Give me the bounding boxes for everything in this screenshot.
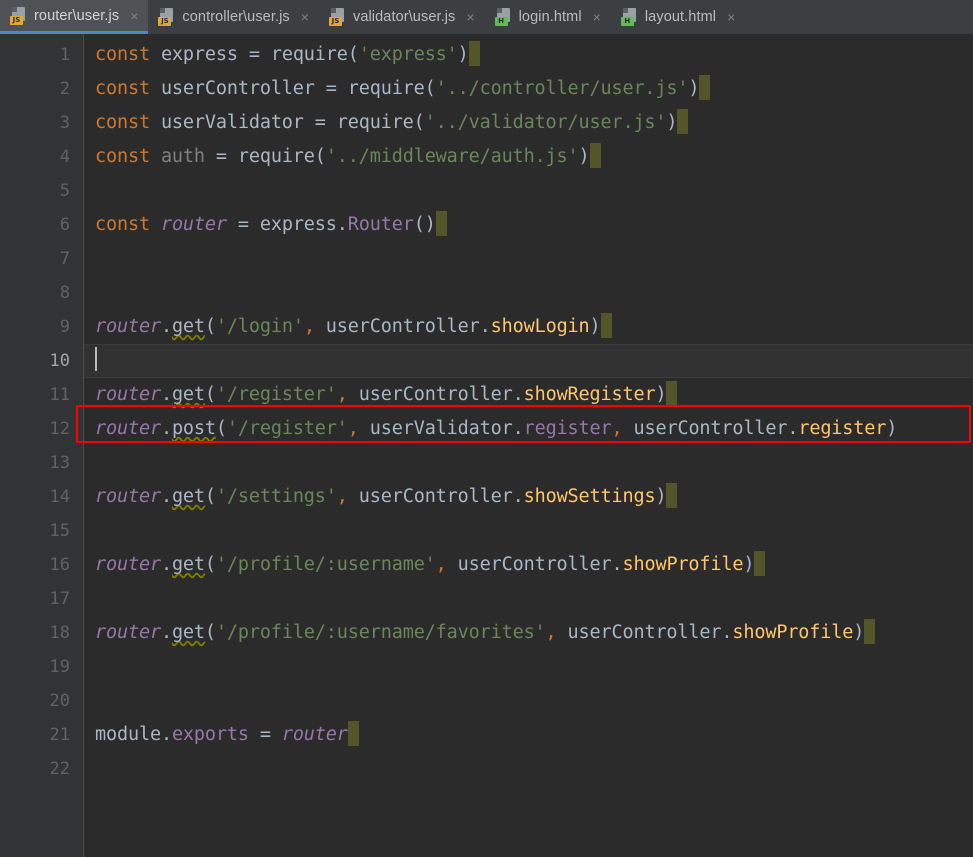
code-line-empty[interactable] (84, 514, 973, 548)
code-line[interactable]: router.get('/register', userController.s… (84, 378, 973, 412)
code-editor[interactable]: 1 2 3 4 5 6 7 8 9 10 11 12 13 14 15 16 1… (0, 34, 973, 857)
html-badge: H (620, 17, 634, 26)
tab-login-html[interactable]: H login.html × (485, 0, 611, 34)
line-number: 19 (49, 657, 70, 677)
line-number: 11 (49, 385, 70, 405)
html-badge: H (494, 17, 508, 26)
editor-tab-bar: JS router\user.js × JS controller\user.j… (0, 0, 973, 34)
code-line-current[interactable] (84, 344, 973, 378)
code-line-highlighted[interactable]: router.post('/register', userValidator.r… (84, 412, 973, 446)
code-line-empty[interactable] (84, 650, 973, 684)
line-number-gutter[interactable]: 1 2 3 4 5 6 7 8 9 10 11 12 13 14 15 16 1… (0, 34, 84, 857)
text-caret (95, 347, 97, 371)
code-line-empty[interactable] (84, 446, 973, 480)
missing-semicolon-marker (754, 551, 766, 576)
line-number: 9 (59, 317, 70, 337)
code-line-empty[interactable] (84, 276, 973, 310)
tab-label: login.html (518, 9, 582, 25)
line-number: 5 (59, 181, 70, 201)
code-line[interactable]: router.get('/profile/:username', userCon… (84, 548, 973, 582)
close-icon[interactable]: × (128, 9, 140, 23)
code-line-empty[interactable] (84, 242, 973, 276)
line-number: 16 (49, 555, 70, 575)
code-line[interactable]: router.get('/settings', userController.s… (84, 480, 973, 514)
line-number: 1 (59, 45, 70, 65)
js-file-icon: JS (158, 8, 175, 26)
js-file-icon: JS (328, 8, 346, 26)
line-number-current: 10 (49, 351, 70, 371)
code-line[interactable]: const router = express.Router() (84, 208, 973, 242)
missing-semicolon-marker (699, 75, 711, 100)
code-line[interactable]: const userValidator = require('../valida… (84, 106, 973, 140)
tab-validator-user-js[interactable]: JS validator\user.js × (319, 0, 485, 34)
code-line-empty[interactable] (84, 582, 973, 616)
tab-layout-html[interactable]: H layout.html × (611, 0, 745, 34)
line-number: 8 (59, 283, 70, 303)
code-line[interactable]: router.get('/login', userController.show… (84, 310, 973, 344)
close-icon[interactable]: × (725, 10, 737, 24)
code-line-empty[interactable] (84, 752, 973, 786)
js-badge: JS (158, 17, 172, 26)
code-line-empty[interactable] (84, 174, 973, 208)
js-badge: JS (328, 17, 342, 26)
tab-router-user-js[interactable]: JS router\user.js × (0, 0, 149, 34)
line-number: 18 (49, 623, 70, 643)
tab-label: router\user.js (34, 7, 120, 24)
line-number: 17 (49, 589, 70, 609)
line-number: 12 (49, 419, 70, 439)
missing-semicolon-marker (468, 41, 480, 66)
line-number: 20 (49, 691, 70, 711)
missing-semicolon-marker (666, 483, 678, 508)
code-line[interactable]: module.exports = router (84, 718, 973, 752)
missing-semicolon-marker (666, 381, 678, 406)
line-number: 7 (59, 249, 70, 269)
code-line[interactable]: const auth = require('../middleware/auth… (84, 140, 973, 174)
js-file-icon: JS (10, 6, 27, 25)
missing-semicolon-marker (435, 211, 447, 236)
tab-label: layout.html (644, 9, 717, 25)
code-line[interactable]: const userController = require('../contr… (84, 72, 973, 106)
code-content[interactable]: const express = require('express') const… (84, 34, 973, 857)
close-icon[interactable]: × (464, 10, 476, 24)
code-line-empty[interactable] (84, 684, 973, 718)
line-number: 22 (49, 759, 70, 779)
js-badge: JS (10, 15, 23, 25)
line-number: 15 (49, 521, 70, 541)
html-file-icon: H (620, 8, 638, 26)
tab-label: controller\user.js (182, 9, 290, 25)
line-number: 13 (49, 453, 70, 473)
missing-semicolon-marker (600, 313, 612, 338)
tab-label: validator\user.js (352, 9, 456, 25)
code-line[interactable]: const express = require('express') (84, 38, 973, 72)
missing-semicolon-marker (347, 721, 359, 746)
line-number: 3 (59, 113, 70, 133)
close-icon[interactable]: × (591, 10, 603, 24)
missing-semicolon-marker (864, 619, 876, 644)
code-line[interactable]: router.get('/profile/:username/favorites… (84, 616, 973, 650)
line-number: 2 (59, 79, 70, 99)
missing-semicolon-marker (677, 109, 689, 134)
missing-semicolon-marker (589, 143, 601, 168)
line-number: 4 (59, 147, 70, 167)
tab-controller-user-js[interactable]: JS controller\user.js × (148, 0, 319, 34)
line-number: 14 (49, 487, 70, 507)
line-number: 6 (59, 215, 70, 235)
line-number: 21 (49, 725, 70, 745)
close-icon[interactable]: × (299, 10, 311, 24)
html-file-icon: H (494, 8, 512, 26)
